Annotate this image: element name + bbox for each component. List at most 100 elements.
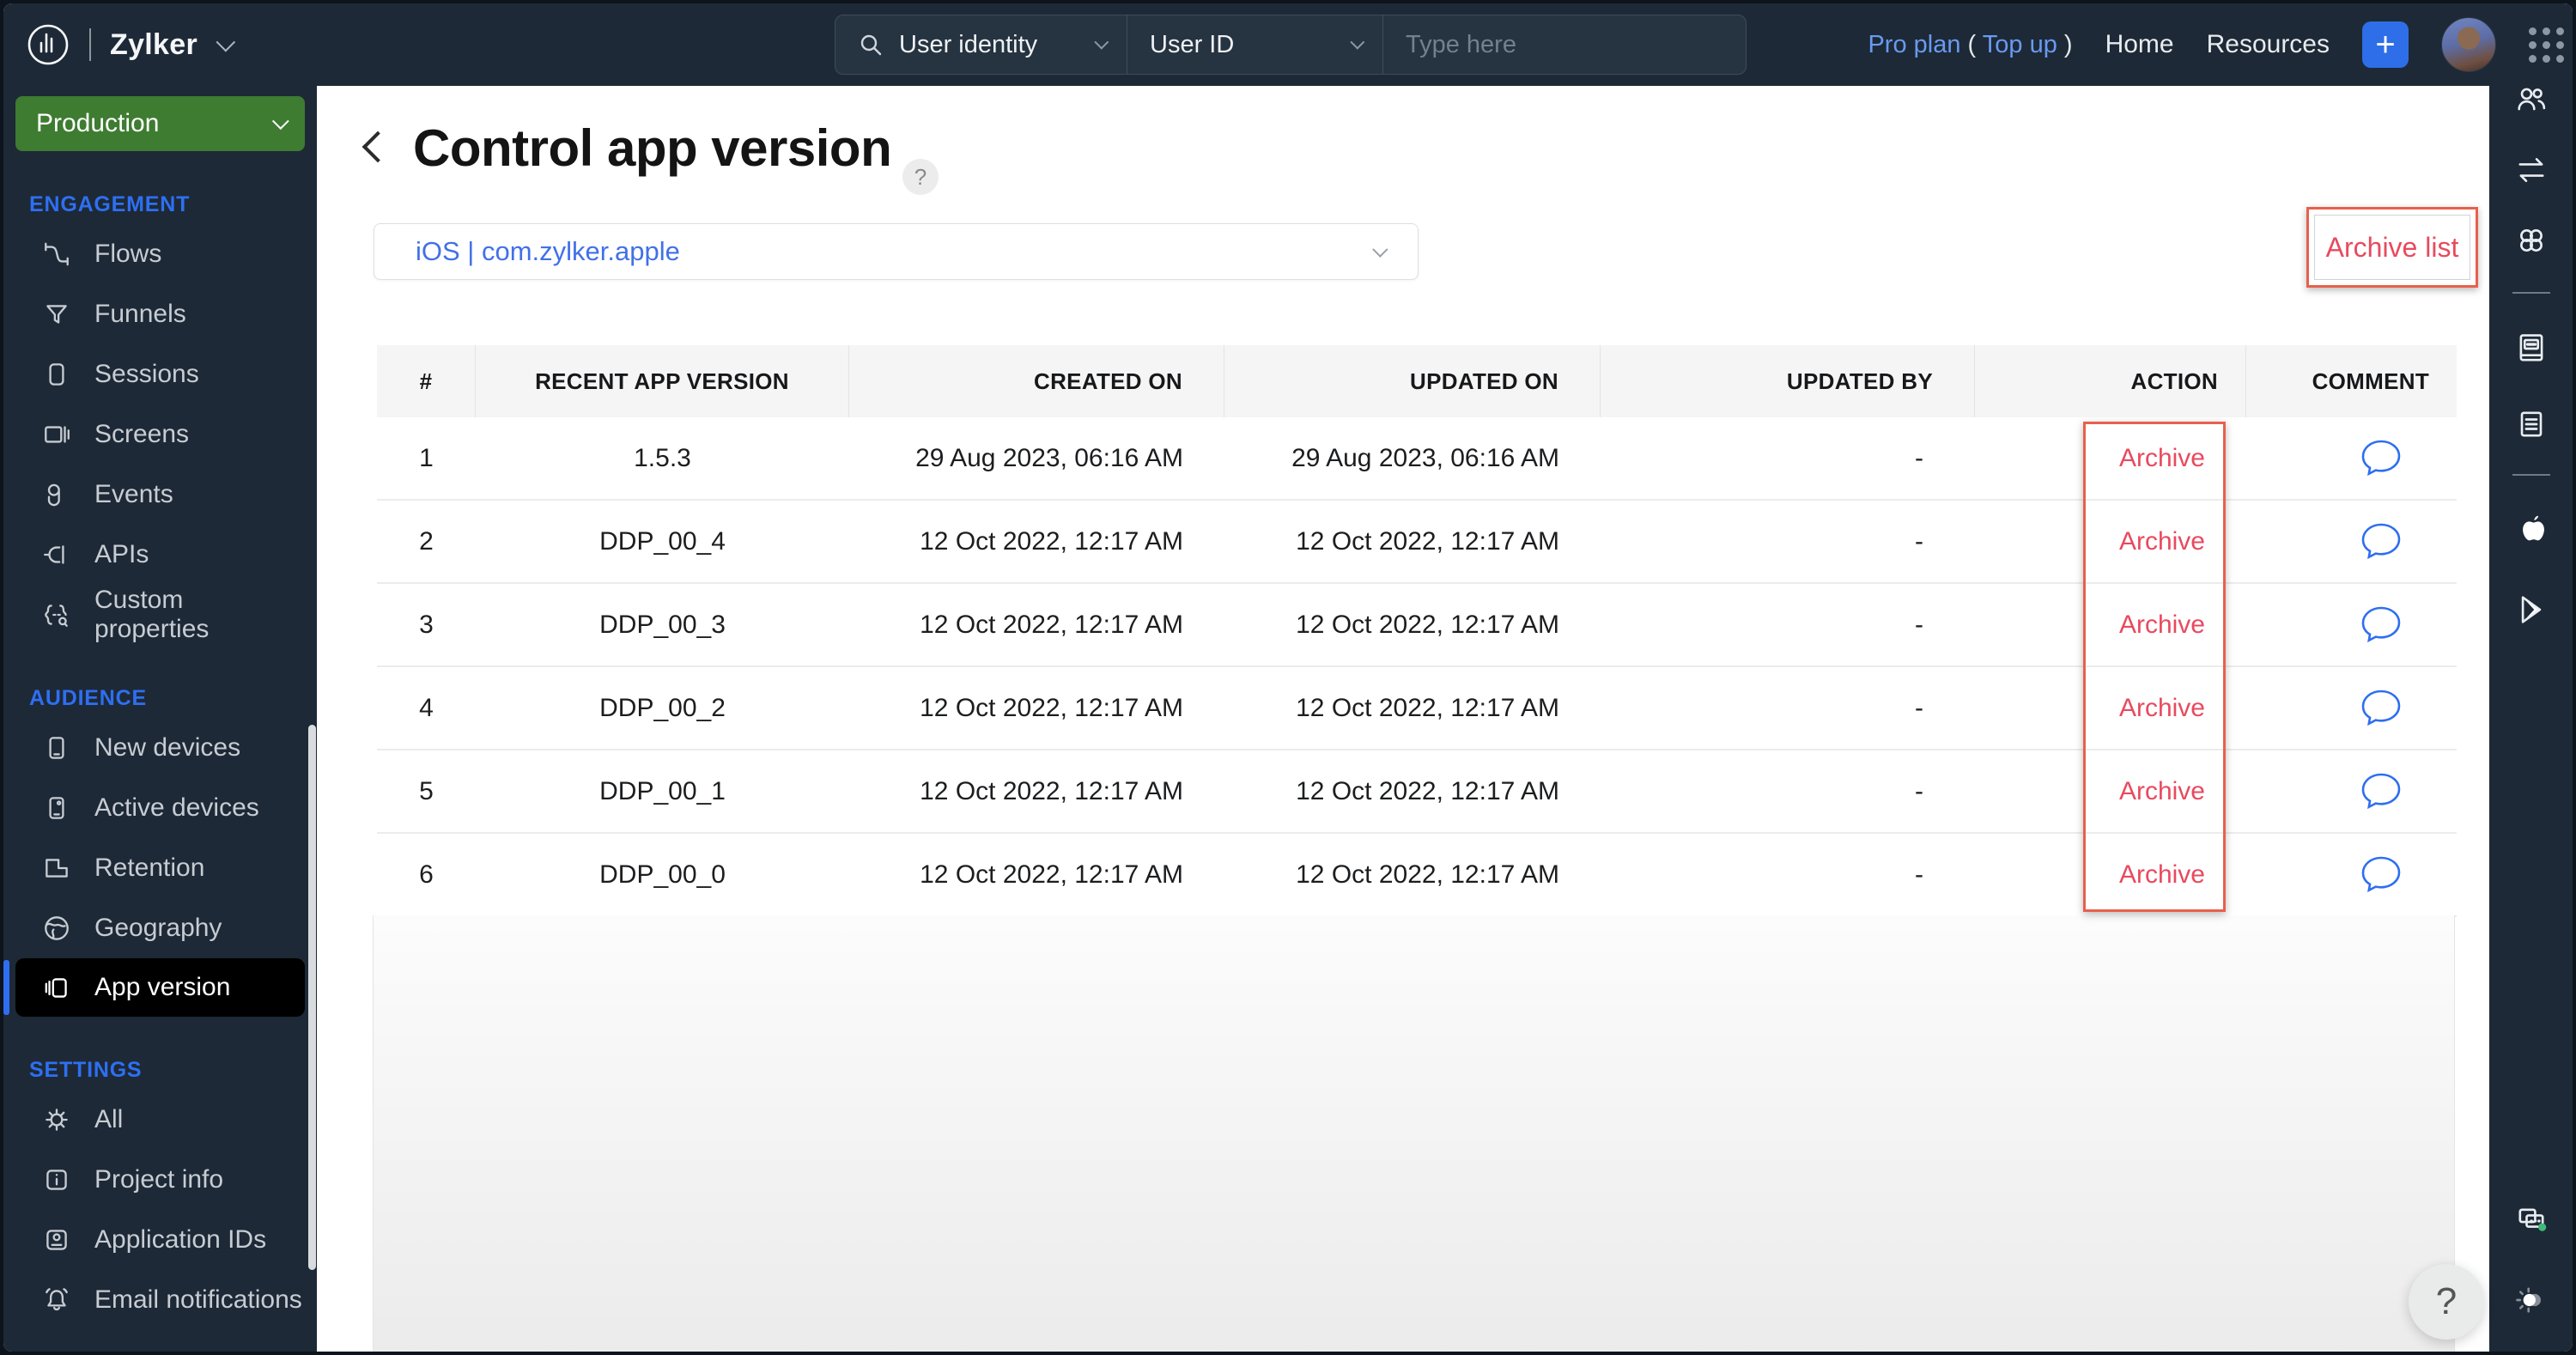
events-icon: [47, 483, 60, 507]
comment-icon[interactable]: [2359, 688, 2403, 729]
title-help-icon[interactable]: ?: [902, 159, 939, 195]
table-header-row: # RECENT APP VERSION CREATED ON UPDATED …: [377, 345, 2457, 417]
sidebar-item-retention[interactable]: Retention: [15, 838, 305, 898]
row-updated: 12 Oct 2022, 12:17 AM: [1296, 693, 1559, 722]
sidebar-item-application-ids[interactable]: Application IDs: [15, 1210, 305, 1270]
project-chevron-down-icon[interactable]: [216, 32, 236, 52]
sidebar-item-events[interactable]: Events: [15, 465, 305, 525]
sidebar: Production ENGAGEMENT Flows Funnels Sess…: [3, 86, 317, 1352]
environment-chevron-icon: [271, 112, 289, 131]
gear-icon: [46, 1109, 68, 1131]
info-icon: [46, 1170, 67, 1190]
retention-icon: [46, 859, 68, 878]
row-version: DDP_00_0: [599, 860, 726, 889]
row-updated-by: -: [1915, 776, 1923, 805]
comment-icon[interactable]: [2359, 605, 2403, 646]
docs-icon[interactable]: [2512, 405, 2550, 443]
sidebar-item-label: Flows: [94, 240, 162, 268]
sidebar-item-new-devices[interactable]: New devices: [15, 718, 305, 778]
custom-properties-icon: [45, 605, 68, 627]
sidebar-item-geography[interactable]: Geography: [15, 898, 305, 958]
sidebar-item-apis[interactable]: APIs: [15, 525, 305, 585]
feedback-chat-icon[interactable]: [2512, 1202, 2550, 1240]
sidebar-item-label: Email notifications: [94, 1285, 302, 1314]
apptics-logo-icon[interactable]: [26, 22, 70, 67]
sidebar-item-flows[interactable]: Flows: [15, 224, 305, 284]
section-label-settings: SETTINGS: [29, 1058, 143, 1082]
row-num: 4: [419, 693, 434, 722]
sidebar-item-label: Custom properties: [94, 586, 210, 643]
row-version: DDP_00_2: [599, 693, 726, 722]
row-updated: 12 Oct 2022, 12:17 AM: [1296, 776, 1559, 805]
archive-link[interactable]: Archive: [2119, 694, 2205, 723]
glossary-icon[interactable]: [2512, 330, 2550, 368]
sidebar-scrollbar[interactable]: [308, 725, 316, 1270]
transfer-icon[interactable]: [2512, 151, 2550, 189]
search-field-dropdown[interactable]: User ID: [1127, 15, 1383, 74]
theme-toggle-icon[interactable]: [2512, 1281, 2550, 1319]
apis-icon: [44, 545, 64, 564]
app-selector-dropdown[interactable]: iOS | com.zylker.apple: [374, 223, 1419, 280]
comment-icon[interactable]: [2359, 521, 2403, 562]
sidebar-item-funnels[interactable]: Funnels: [15, 284, 305, 344]
sidebar-item-label: Screens: [94, 420, 190, 448]
sidebar-item-label: All: [94, 1105, 124, 1133]
app-selector-value: iOS | com.zylker.apple: [416, 236, 680, 266]
row-updated-by: -: [1915, 860, 1923, 889]
row-version: 1.5.3: [634, 443, 691, 472]
help-button[interactable]: ?: [2409, 1264, 2484, 1340]
google-play-icon[interactable]: [2512, 591, 2550, 629]
apple-icon[interactable]: [2512, 508, 2550, 546]
archive-link[interactable]: Archive: [2119, 611, 2205, 640]
archive-list-button[interactable]: Archive list: [2314, 215, 2470, 280]
sidebar-item-label: Application IDs: [94, 1225, 267, 1254]
row-num: 1: [419, 443, 434, 472]
row-num: 5: [419, 776, 434, 805]
paren-close: ): [2063, 30, 2073, 58]
sidebar-item-app-version[interactable]: App version: [3, 958, 305, 1017]
plan-name[interactable]: Pro plan: [1868, 31, 1960, 58]
sidebar-item-screens[interactable]: Screens: [15, 404, 305, 465]
sidebar-item-label: New devices: [94, 733, 241, 762]
resources-link[interactable]: Resources: [2207, 30, 2330, 59]
section-label-audience: AUDIENCE: [29, 686, 147, 710]
sidebar-item-email-notifications[interactable]: Email notifications: [15, 1270, 305, 1330]
main-content: Control app version ? iOS | com.zylker.a…: [317, 86, 2496, 1352]
col-header-num: #: [377, 345, 476, 417]
archive-link[interactable]: Archive: [2119, 777, 2205, 806]
row-updated-by: -: [1915, 526, 1923, 556]
home-link[interactable]: Home: [2105, 30, 2174, 59]
row-created: 12 Oct 2022, 12:17 AM: [920, 776, 1183, 805]
environment-dropdown[interactable]: Production: [15, 96, 305, 151]
search-category-dropdown[interactable]: User identity: [835, 15, 1127, 74]
table-row: 1 1.5.3 29 Aug 2023, 06:16 AM 29 Aug 202…: [377, 417, 2457, 501]
archive-link[interactable]: Archive: [2119, 860, 2205, 890]
sidebar-item-label: Active devices: [94, 793, 259, 822]
sidebar-item-custom-properties[interactable]: Custom properties: [15, 585, 305, 645]
app-grid-icon[interactable]: [2529, 27, 2564, 63]
comment-icon[interactable]: [2359, 771, 2403, 812]
sidebar-item-active-devices[interactable]: Active devices: [15, 778, 305, 838]
add-button[interactable]: +: [2362, 21, 2409, 68]
project-name[interactable]: Zylker: [110, 28, 197, 62]
archive-link[interactable]: Archive: [2119, 527, 2205, 556]
contacts-icon[interactable]: [2512, 81, 2550, 118]
search-input[interactable]: [1406, 30, 1723, 59]
sidebar-item-sessions[interactable]: Sessions: [15, 344, 305, 404]
archive-link[interactable]: Archive: [2119, 444, 2205, 473]
user-avatar[interactable]: [2441, 17, 2496, 72]
row-num: 3: [419, 610, 434, 639]
back-button[interactable]: [361, 131, 394, 163]
sidebar-item-project-info[interactable]: Project info: [15, 1150, 305, 1210]
clover-icon[interactable]: [2512, 222, 2550, 259]
col-header-version: RECENT APP VERSION: [476, 345, 849, 417]
row-version: DDP_00_1: [599, 776, 726, 805]
sidebar-item-label: Retention: [94, 854, 205, 882]
comment-icon[interactable]: [2359, 854, 2403, 896]
comment-icon[interactable]: [2359, 438, 2403, 479]
table-row: 4 DDP_00_2 12 Oct 2022, 12:17 AM 12 Oct …: [377, 667, 2457, 750]
sidebar-item-all[interactable]: All: [15, 1090, 305, 1150]
topup-link[interactable]: Top up: [1983, 31, 2057, 58]
row-created: 12 Oct 2022, 12:17 AM: [920, 610, 1183, 639]
plan-topup-link[interactable]: Pro plan ( Top up ): [1868, 31, 2072, 59]
